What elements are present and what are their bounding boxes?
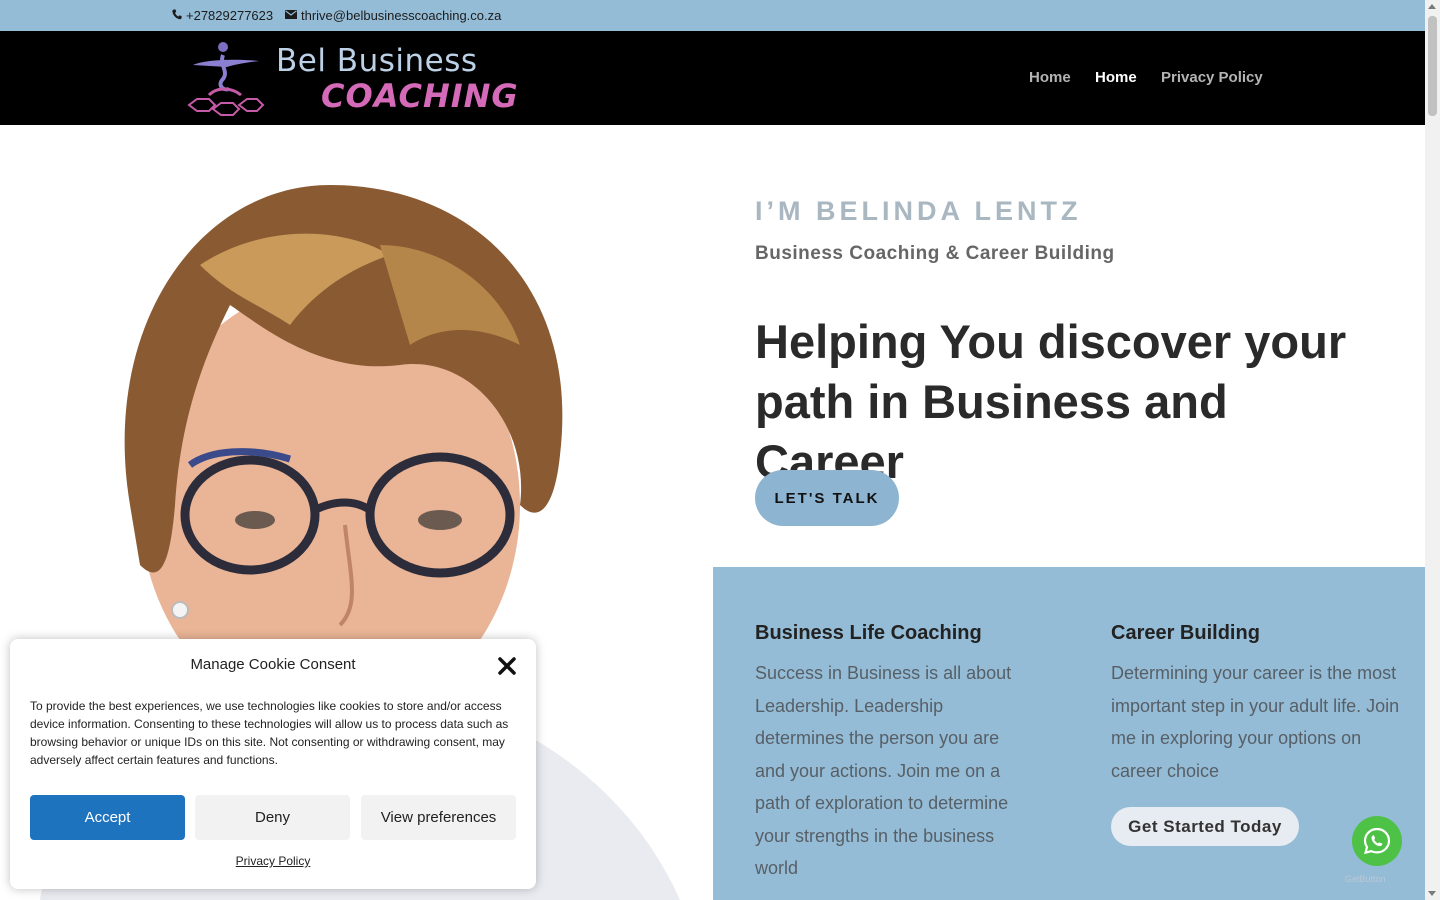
- whatsapp-icon: [1363, 827, 1391, 855]
- logo-title: Bel Business: [276, 43, 478, 79]
- whatsapp-button[interactable]: [1352, 816, 1402, 866]
- deny-button[interactable]: Deny: [195, 795, 350, 840]
- scroll-up-icon[interactable]: [1428, 4, 1436, 9]
- services-panel: Business Life Coaching Success in Busine…: [713, 567, 1425, 900]
- site-header: Bel Business COACHING Home Home Privacy …: [0, 31, 1425, 125]
- site-logo[interactable]: Bel Business COACHING: [183, 39, 518, 119]
- envelope-icon: [285, 9, 297, 22]
- phone-icon: [172, 9, 182, 23]
- close-icon[interactable]: [496, 655, 518, 677]
- business-coaching-description: Success in Business is all about Leaders…: [755, 663, 1012, 878]
- phone-contact[interactable]: +27829277623: [172, 8, 273, 23]
- cookie-privacy-policy-link[interactable]: Privacy Policy: [10, 854, 536, 868]
- email-address: thrive@belbusinesscoaching.co.za: [301, 8, 502, 23]
- email-contact[interactable]: thrive@belbusinesscoaching.co.za: [285, 8, 501, 23]
- career-building-title: Career Building: [1111, 622, 1260, 644]
- scroll-down-icon[interactable]: [1428, 891, 1436, 896]
- nav-home-link[interactable]: Home: [1029, 69, 1071, 86]
- scrollbar-thumb[interactable]: [1428, 16, 1437, 116]
- hero-headline: Helping You discover your path in Busine…: [755, 315, 1347, 488]
- business-coaching-title: Business Life Coaching: [755, 622, 982, 644]
- cookie-description: To provide the best experiences, we use …: [30, 699, 509, 767]
- cookie-consent-modal: Manage Cookie Consent To provide the bes…: [10, 639, 536, 889]
- top-contact-bar: +27829277623 thrive@belbusinesscoaching.…: [0, 0, 1425, 31]
- phone-number: +27829277623: [186, 8, 274, 23]
- logo-subtitle: COACHING: [321, 77, 519, 115]
- get-started-button[interactable]: Get Started Today: [1111, 807, 1299, 846]
- accept-button[interactable]: Accept: [30, 795, 185, 840]
- hero-intro-heading: I’M BELINDA LENTZ: [755, 196, 1082, 226]
- career-building-description: Determining your career is the most impo…: [1111, 663, 1400, 781]
- page-scrollbar[interactable]: [1425, 0, 1440, 900]
- logo-emblem-icon: [187, 42, 265, 116]
- getbutton-tag[interactable]: GetButton: [1345, 874, 1386, 884]
- page: +27829277623 thrive@belbusinesscoaching.…: [0, 0, 1440, 900]
- cookie-title: Manage Cookie Consent: [190, 656, 356, 673]
- view-preferences-button[interactable]: View preferences: [361, 795, 516, 840]
- nav-privacy-policy-link[interactable]: Privacy Policy: [1161, 69, 1263, 86]
- hero-subtitle: Business Coaching & Career Building: [755, 243, 1115, 264]
- nav-home-active-link[interactable]: Home: [1095, 69, 1137, 86]
- lets-talk-button[interactable]: LET'S TALK: [755, 470, 899, 526]
